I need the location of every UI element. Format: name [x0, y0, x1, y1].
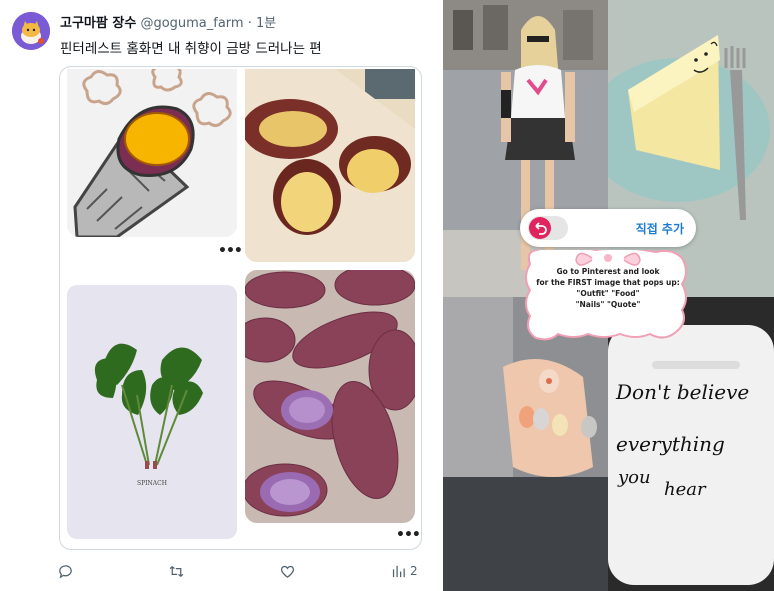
user-handle[interactable]: @goguma_farm	[140, 16, 243, 31]
quote-line-3: you	[618, 467, 651, 488]
tweet-header: 고구마팜 장수 @goguma_farm · 1분	[60, 12, 276, 31]
analytics-icon	[392, 565, 405, 577]
separator-dot: ·	[247, 16, 252, 31]
sweet-potato-illustration-image	[67, 69, 237, 237]
views-button[interactable]: 2	[390, 560, 418, 582]
timestamp[interactable]: 1분	[256, 16, 276, 31]
purple-sweet-potatoes-image	[245, 270, 415, 523]
tweet-text: 핀터레스트 홈화면 내 취향이 금방 드러나는 편	[60, 41, 322, 57]
quote-line-4: hear	[664, 479, 706, 500]
spinach-caption: SPINACH	[137, 480, 167, 487]
tweet: 고구마팜 장수 @goguma_farm · 1분 핀터레스트 홈화면 내 취향…	[0, 0, 443, 591]
instruction-note: Go to Pinterest and look for the FIRST i…	[520, 250, 696, 350]
pin-more-icon[interactable]: •••	[396, 527, 421, 543]
retweet-button[interactable]	[168, 560, 185, 582]
pin-purple-sweet-potatoes[interactable]	[245, 270, 415, 523]
like-button[interactable]	[279, 560, 296, 582]
spinach-image: SPINACH	[67, 285, 237, 539]
pin-baked-sweet-potatoes[interactable]	[245, 69, 415, 262]
pin-sweet-potato-illustration[interactable]	[67, 69, 237, 237]
reply-icon	[59, 564, 72, 579]
retweet-icon	[169, 565, 184, 577]
toggle-switch[interactable]	[528, 216, 568, 240]
pin-spinach[interactable]: SPINACH	[67, 285, 237, 539]
quote-line-1: Don't believe	[616, 380, 750, 404]
reply-button[interactable]	[57, 560, 74, 582]
pin-more-icon[interactable]: •••	[218, 243, 243, 259]
add-pill[interactable]: 직접 추가	[520, 209, 696, 247]
note-text: Go to Pinterest and look for the FIRST i…	[536, 267, 680, 309]
display-name[interactable]: 고구마팜 장수	[60, 16, 136, 31]
baked-sweet-potatoes-image	[245, 69, 415, 262]
views-count: 2	[410, 564, 418, 578]
quote-line-2: everything	[616, 432, 725, 456]
pinterest-challenge-collage[interactable]: Don't believe everything you hear 직접 추가 …	[443, 0, 774, 591]
tweet-media[interactable]: ••• SPINACH •••	[59, 66, 422, 550]
heart-icon	[280, 565, 295, 578]
add-directly-button[interactable]: 직접 추가	[636, 220, 684, 237]
avatar[interactable]	[12, 12, 50, 50]
tweet-action-bar: 2	[57, 560, 422, 582]
undo-icon	[529, 217, 551, 239]
